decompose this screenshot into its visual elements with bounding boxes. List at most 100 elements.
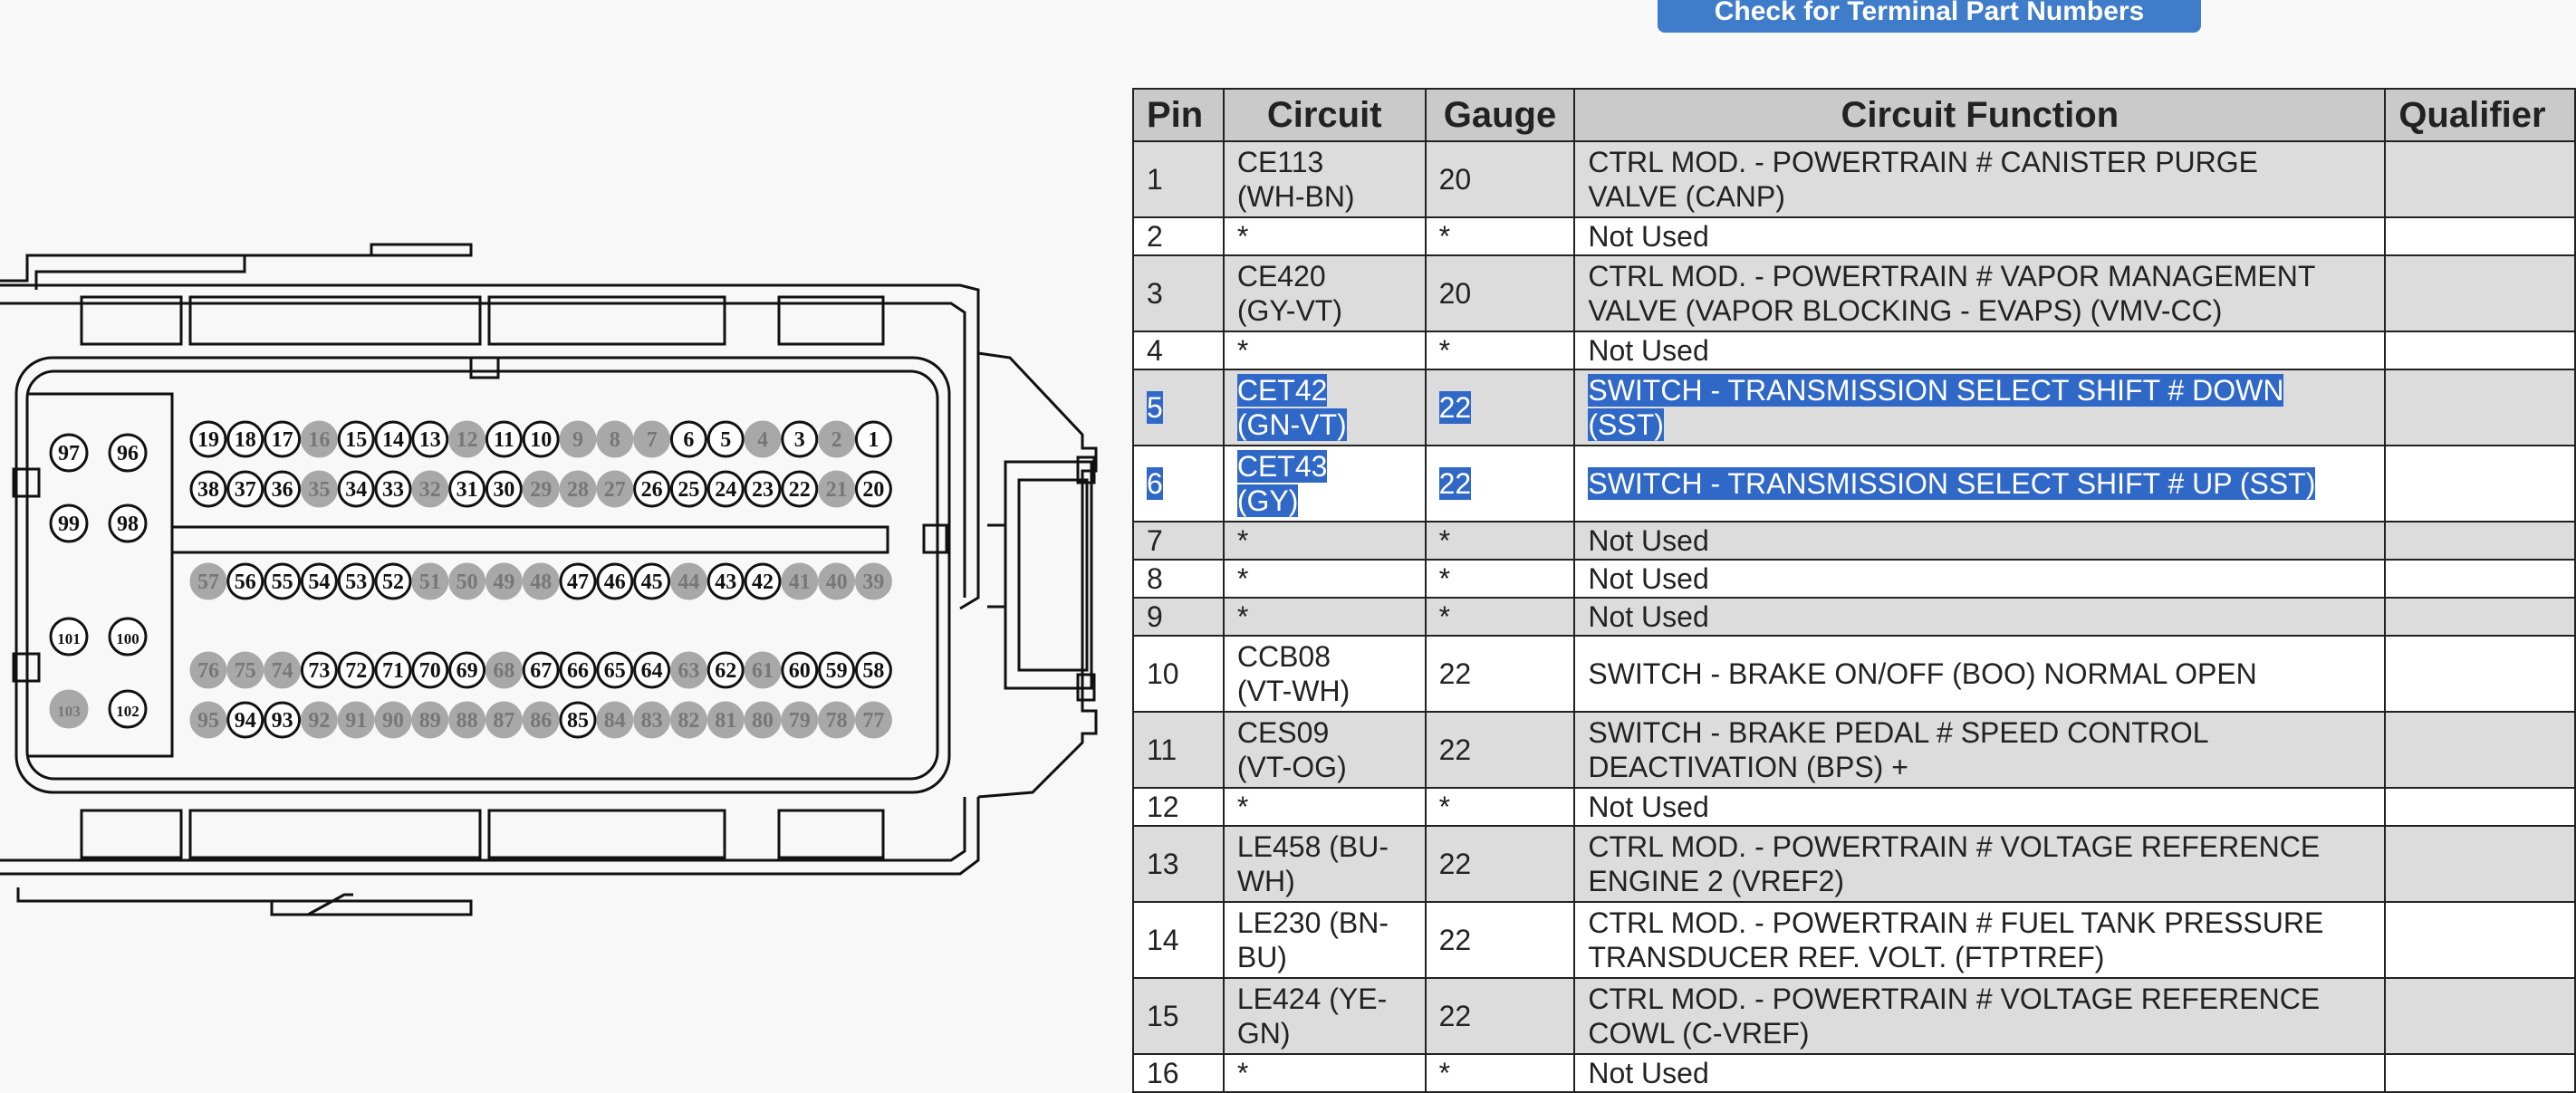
connector-pin-label: 21	[826, 478, 848, 502]
connector-pin: 11	[485, 420, 523, 458]
connector-pin: 9	[559, 420, 597, 458]
gauge-cell-text: 22	[1438, 1000, 1472, 1032]
connector-pin: 29	[522, 470, 560, 508]
connector-pin-label: 83	[641, 709, 663, 733]
pin-cell: 15	[1132, 977, 1225, 1055]
gauge-cell: *	[1424, 1053, 1576, 1093]
circuit-cell-text: LE230 (BN-	[1236, 906, 1389, 939]
connector-pin-label: 16	[308, 428, 330, 452]
connector-pin: 78	[818, 701, 856, 739]
qualifier-cell	[2384, 559, 2576, 599]
pin-cell-text: 15	[1147, 1000, 1179, 1032]
function-cell: SWITCH - BRAKE PEDAL # SPEED CONTROL DEAC…	[1573, 711, 2387, 789]
qualifier-cell	[2384, 711, 2576, 789]
connector-pin-label: 8	[610, 428, 620, 452]
table-row[interactable]: 8 * * Not Used	[1132, 559, 2576, 599]
gauge-cell-text: 22	[1438, 467, 1472, 500]
circuit-cell-text: BU)	[1236, 941, 1287, 973]
connector-pin: 31	[448, 470, 486, 508]
connector-pin: 33	[374, 470, 412, 508]
connector-pin-label: 27	[604, 478, 626, 502]
table-row[interactable]: 15 LE424 (YE- GN) 22 CTRL MOD. - POWERTRAIN …	[1132, 977, 2576, 1055]
check-terminal-part-numbers-button[interactable]: Check for Terminal Part Numbers	[1658, 0, 2201, 33]
connector-pin: 39	[854, 562, 892, 600]
gauge-cell: 20	[1424, 140, 1576, 218]
pin-cell-text: 6	[1147, 467, 1163, 500]
pin-cell: 13	[1132, 825, 1225, 903]
circuit-cell-text: LE458 (BU-	[1236, 830, 1389, 863]
table-row[interactable]: 10 CCB08 (VT-WH) 22 SWITCH - BRAKE ON/OFF (B…	[1132, 635, 2576, 713]
gauge-cell: *	[1424, 787, 1576, 827]
table-row[interactable]: 12 * * Not Used	[1132, 787, 2576, 827]
connector-pin: 2	[818, 420, 856, 458]
circuit-cell-text: *	[1236, 524, 1249, 557]
connector-pin: 73	[300, 651, 338, 689]
circuit-cell: *	[1222, 521, 1427, 561]
table-row[interactable]: 2 * * Not Used	[1132, 216, 2576, 256]
circuit-cell: CET43 (GY)	[1222, 445, 1427, 523]
pin-cell-text: 8	[1147, 562, 1163, 595]
function-cell: Not Used	[1573, 559, 2387, 599]
connector-pin-label: 86	[530, 709, 552, 733]
function-cell: SWITCH - TRANSMISSION SELECT SHIFT # DOW…	[1573, 369, 2387, 446]
connector-pin-label: 103	[57, 703, 81, 720]
connector-pin-label: 48	[530, 570, 552, 594]
table-row[interactable]: 7 * * Not Used	[1132, 521, 2576, 561]
connector-pin: 61	[744, 651, 782, 689]
table-row[interactable]: 13 LE458 (BU- WH) 22 CTRL MOD. - POWERTRAIN …	[1132, 825, 2576, 903]
connector-pin-label: 90	[382, 709, 404, 733]
connector-pin-label: 52	[382, 570, 404, 594]
table-row[interactable]: 3 CE420 (GY-VT) 20 CTRL MOD. - POWERTRAIN # …	[1132, 254, 2576, 332]
table-row[interactable]: 14 LE230 (BN- BU) 22 CTRL MOD. - POWERTRAIN …	[1132, 901, 2576, 979]
connector-pin-label: 2	[831, 428, 842, 452]
connector-pin-label: 98	[117, 513, 139, 536]
qualifier-cell	[2384, 825, 2576, 903]
connector-pin: 15	[337, 420, 375, 458]
connector-pin: 81	[706, 701, 745, 739]
function-cell-text: Not Used	[1588, 220, 1709, 253]
circuit-cell-text: LE424 (YE-	[1236, 983, 1388, 1015]
connector-pin: 22	[781, 470, 819, 508]
function-cell: CTRL MOD. - POWERTRAIN # VOLTAGE REFEREN…	[1573, 977, 2387, 1055]
pin-cell-text: 9	[1147, 600, 1163, 633]
table-row[interactable]: 16 * * Not Used	[1132, 1053, 2576, 1093]
connector-pin-label: 11	[494, 428, 514, 452]
table-row[interactable]: 1 CE113 (WH-BN) 20 CTRL MOD. - POWERTRAIN # …	[1132, 140, 2576, 218]
connector-pin: 54	[300, 562, 338, 600]
connector-pin-label: 89	[419, 709, 441, 733]
connector-pin-label: 32	[419, 478, 441, 502]
connector-pin-label: 85	[567, 709, 589, 733]
table-row[interactable]: 4 * * Not Used	[1132, 331, 2576, 370]
table-row[interactable]: 6 CET43 (GY) 22 SWITCH - TRANSMISSION SELECT…	[1132, 445, 2576, 523]
connector-pin-label: 74	[272, 659, 293, 683]
connector-pin: 90	[374, 701, 412, 739]
circuit-cell-text: *	[1236, 1057, 1249, 1089]
circuit-cell-text: CET42	[1236, 374, 1328, 407]
connector-pin: 62	[706, 651, 745, 689]
circuit-cell: CE420 (GY-VT)	[1222, 254, 1427, 332]
connector-pin-label: 54	[308, 570, 330, 594]
connector-pin-label: 66	[567, 659, 589, 683]
gauge-cell: 22	[1424, 825, 1576, 903]
table-row[interactable]: 11 CES09 (VT-OG) 22 SWITCH - BRAKE PEDAL # S…	[1132, 711, 2576, 789]
connector-pin: 17	[264, 420, 302, 458]
connector-pin: 96	[108, 433, 148, 473]
connector-pin: 36	[264, 470, 302, 508]
connector-pin-label: 29	[530, 478, 552, 502]
connector-pin: 75	[226, 651, 264, 689]
table-row[interactable]: 9 * * Not Used	[1132, 597, 2576, 637]
function-cell: Not Used	[1573, 1053, 2387, 1093]
pin-cell: 9	[1132, 597, 1225, 637]
connector-pin: 34	[337, 470, 375, 508]
connector-pin-label: 10	[530, 428, 552, 452]
connector-pin-label: 19	[197, 428, 219, 452]
circuit-cell-text: CES09	[1236, 716, 1330, 749]
table-row[interactable]: 5 CET42 (GN-VT) 22 SWITCH - TRANSMISSION SEL…	[1132, 369, 2576, 446]
pin-cell-text: 11	[1147, 733, 1177, 766]
connector-pin: 86	[522, 701, 560, 739]
gauge-cell-text: *	[1438, 791, 1451, 823]
connector-pin-label: 56	[235, 570, 256, 594]
function-cell: Not Used	[1573, 597, 2387, 637]
connector-pin-label: 79	[789, 709, 811, 733]
function-cell-text: Not Used	[1588, 334, 1709, 367]
